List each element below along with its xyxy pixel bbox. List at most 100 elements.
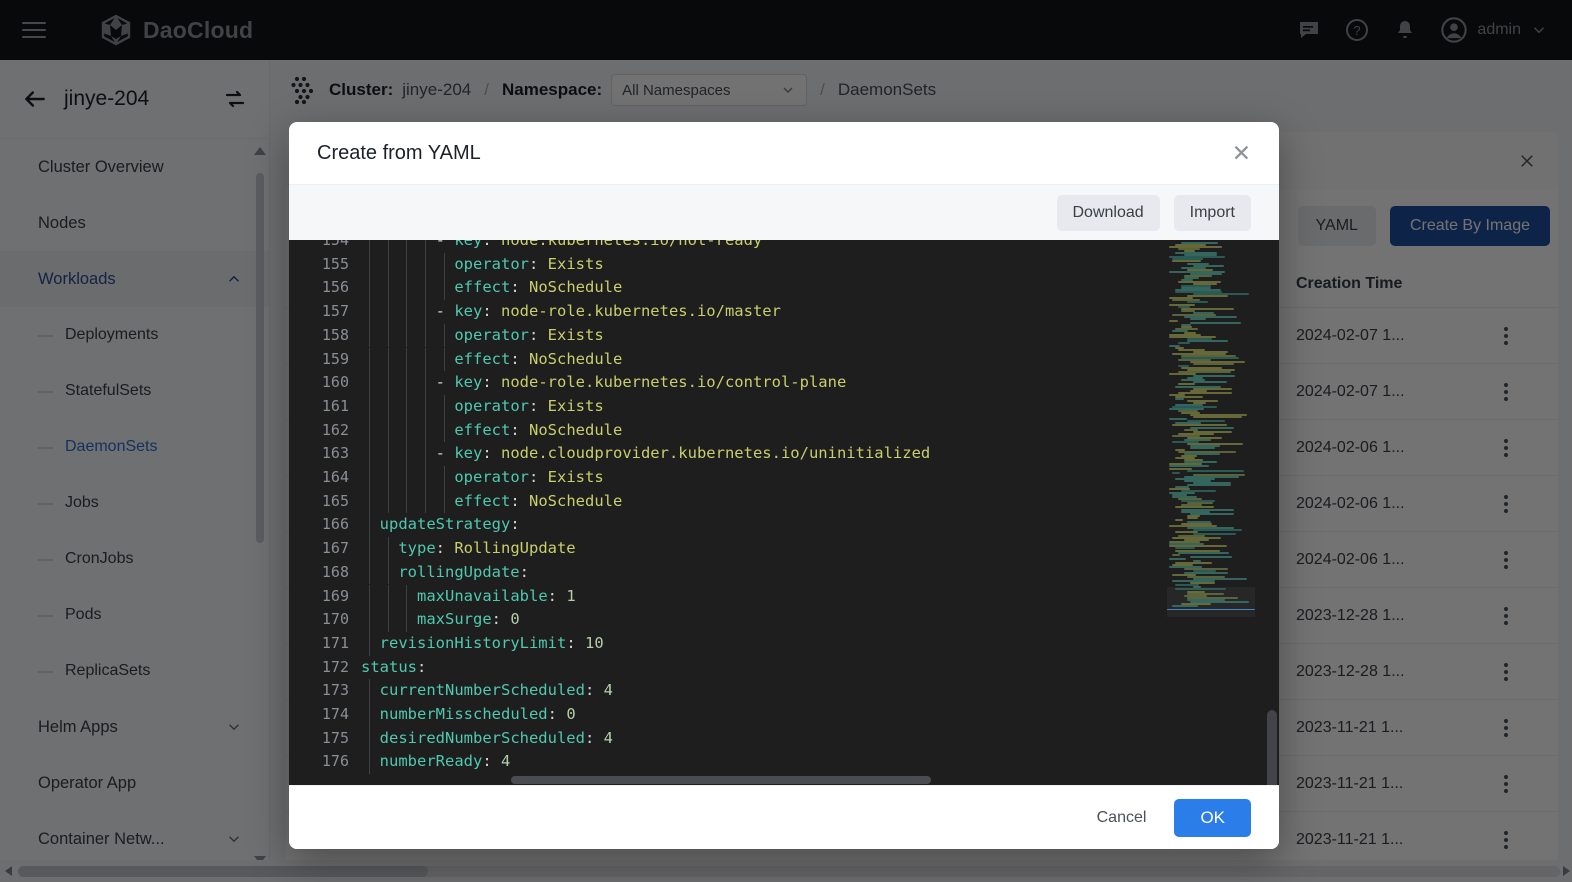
indent-guide (406, 300, 407, 324)
line-number: 155 (322, 253, 349, 277)
code-line: effect: NoSchedule (361, 419, 622, 443)
indent-guide (369, 419, 370, 443)
line-number: 170 (322, 608, 349, 632)
code-line: - key: node-role.kubernetes.io/control-p… (361, 371, 846, 395)
minimap-line (1172, 472, 1180, 474)
minimap-line (1193, 363, 1234, 365)
code-line: status: (361, 656, 426, 680)
indent-guide (406, 466, 407, 490)
minimap-line (1193, 381, 1227, 383)
indent-guide (388, 371, 389, 395)
indent-guide (406, 395, 407, 419)
indent-guide (444, 348, 445, 372)
editor-vertical-scrollbar[interactable] (1265, 240, 1279, 785)
indent-guide (369, 490, 370, 514)
line-number: 157 (322, 300, 349, 324)
indent-guide (369, 371, 370, 395)
indent-guide (425, 419, 426, 443)
minimap-line (1193, 529, 1242, 531)
minimap-line (1187, 470, 1244, 472)
line-number: 158 (322, 324, 349, 348)
indent-guide (388, 537, 389, 561)
indent-guide (406, 608, 407, 632)
indent-guide (388, 253, 389, 277)
indent-guide (406, 253, 407, 277)
editor-minimap[interactable] (1167, 240, 1255, 785)
indent-guide (388, 442, 389, 466)
minimap-line (1187, 340, 1228, 342)
line-number: 172 (322, 656, 349, 680)
line-number: 163 (322, 442, 349, 466)
download-button[interactable]: Download (1057, 195, 1160, 231)
line-number: 166 (322, 513, 349, 537)
line-number: 174 (322, 703, 349, 727)
indent-guide (425, 395, 426, 419)
indent-guide (388, 348, 389, 372)
indent-guide (425, 253, 426, 277)
dialog-footer: Cancel OK (289, 785, 1279, 849)
indent-guide (369, 513, 370, 537)
line-number: 173 (322, 679, 349, 703)
indent-guide (406, 371, 407, 395)
indent-guide (369, 537, 370, 561)
indent-guide (388, 490, 389, 514)
import-button[interactable]: Import (1174, 195, 1251, 231)
indent-guide (406, 442, 407, 466)
indent-guide (369, 608, 370, 632)
minimap-line (1175, 519, 1183, 521)
minimap-line (1175, 398, 1184, 400)
indent-guide (406, 490, 407, 514)
close-icon[interactable]: ✕ (1232, 142, 1251, 165)
line-number: 167 (322, 537, 349, 561)
indent-guide (388, 395, 389, 419)
indent-guide (369, 276, 370, 300)
indent-guide (388, 324, 389, 348)
editor-code-area[interactable]: - key: node.kubernetes.io/not-ready oper… (361, 240, 1279, 785)
indent-guide (388, 240, 389, 253)
code-line: numberReady: 4 (361, 750, 510, 774)
indent-guide (406, 348, 407, 372)
indent-guide (369, 240, 370, 253)
scrollbar-thumb[interactable] (1267, 710, 1277, 785)
indent-guide (406, 324, 407, 348)
dialog-title: Create from YAML (317, 142, 481, 165)
indent-guide (369, 324, 370, 348)
editor-line-numbers: 1541551561571581591601611621631641651661… (289, 240, 361, 785)
dialog-subtoolbar: Download Import (289, 184, 1279, 240)
indent-guide (444, 419, 445, 443)
indent-guide (388, 276, 389, 300)
indent-guide (425, 276, 426, 300)
code-line: operator: Exists (361, 324, 604, 348)
indent-guide (444, 490, 445, 514)
indent-guide (388, 585, 389, 609)
indent-guide (444, 276, 445, 300)
indent-guide (369, 727, 370, 751)
indent-guide (369, 466, 370, 490)
minimap-line (1178, 342, 1190, 344)
indent-guide (369, 561, 370, 585)
code-line: updateStrategy: (361, 513, 520, 537)
indent-guide (406, 419, 407, 443)
line-number: 159 (322, 348, 349, 372)
indent-guide (369, 703, 370, 727)
dialog-header: Create from YAML ✕ (289, 122, 1279, 184)
minimap-line (1190, 447, 1215, 449)
code-line: - key: node-role.kubernetes.io/master (361, 300, 781, 324)
indent-guide (369, 750, 370, 774)
indent-guide (425, 240, 426, 253)
yaml-code-editor[interactable]: 1541551561571581591601611621631641651661… (289, 240, 1279, 785)
indent-guide (369, 679, 370, 703)
cancel-button[interactable]: Cancel (1087, 801, 1157, 835)
indent-guide (425, 490, 426, 514)
scrollbar-thumb[interactable] (511, 776, 931, 784)
indent-guide (444, 253, 445, 277)
indent-guide (369, 253, 370, 277)
ok-button[interactable]: OK (1174, 799, 1251, 837)
line-number: 162 (322, 419, 349, 443)
indent-guide (406, 585, 407, 609)
indent-guide (388, 300, 389, 324)
indent-guide (369, 442, 370, 466)
code-line: operator: Exists (361, 395, 604, 419)
editor-horizontal-scrollbar[interactable] (361, 773, 1265, 785)
minimap-line (1190, 556, 1232, 558)
